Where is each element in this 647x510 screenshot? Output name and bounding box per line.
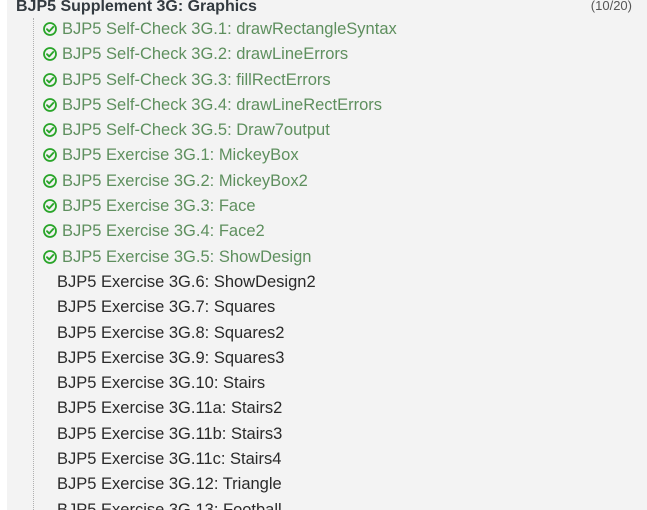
problem-label: BJP5 Exercise 3G.12: Triangle bbox=[57, 475, 282, 494]
problem-item-completed[interactable]: BJP5 Exercise 3G.1: MickeyBox bbox=[43, 143, 397, 168]
problem-label: BJP5 Exercise 3G.9: Squares3 bbox=[57, 348, 285, 367]
problem-label: BJP5 Exercise 3G.6: ShowDesign2 bbox=[57, 272, 316, 291]
problem-item-completed[interactable]: BJP5 Self-Check 3G.5: Draw7output bbox=[43, 118, 397, 143]
problem-item[interactable]: BJP5 Exercise 3G.12: Triangle bbox=[43, 472, 397, 497]
check-circle-icon bbox=[43, 148, 57, 163]
tree-guide-line bbox=[33, 18, 34, 510]
check-circle-icon bbox=[43, 47, 57, 62]
problem-item-completed[interactable]: BJP5 Exercise 3G.2: MickeyBox2 bbox=[43, 169, 397, 194]
problem-item-completed[interactable]: BJP5 Exercise 3G.4: Face2 bbox=[43, 219, 397, 244]
problem-label: BJP5 Self-Check 3G.3: fillRectErrors bbox=[62, 70, 331, 89]
check-circle-icon bbox=[43, 249, 57, 264]
problem-item[interactable]: BJP5 Exercise 3G.7: Squares bbox=[43, 295, 397, 320]
problem-item-completed[interactable]: BJP5 Self-Check 3G.1: drawRectangleSynta… bbox=[43, 17, 397, 42]
problem-label: BJP5 Self-Check 3G.4: drawLineRectErrors bbox=[62, 95, 383, 114]
check-circle-icon bbox=[43, 123, 57, 138]
check-circle-icon bbox=[43, 97, 57, 112]
problem-label: BJP5 Exercise 3G.3: Face bbox=[62, 197, 256, 216]
problem-item[interactable]: BJP5 Exercise 3G.11a: Stairs2 bbox=[43, 396, 397, 421]
problem-item-completed[interactable]: BJP5 Exercise 3G.3: Face bbox=[43, 194, 397, 219]
problem-label: BJP5 Exercise 3G.11a: Stairs2 bbox=[57, 399, 283, 418]
problem-label: BJP5 Exercise 3G.11c: Stairs4 bbox=[57, 450, 282, 469]
problem-label: BJP5 Exercise 3G.4: Face2 bbox=[62, 222, 265, 241]
section-title[interactable]: BJP5 Supplement 3G: Graphics bbox=[16, 0, 257, 16]
problem-item[interactable]: BJP5 Exercise 3G.11b: Stairs3 bbox=[43, 422, 397, 447]
problem-item-completed[interactable]: BJP5 Self-Check 3G.3: fillRectErrors bbox=[43, 68, 397, 93]
problem-item[interactable]: BJP5 Exercise 3G.9: Squares3 bbox=[43, 346, 397, 371]
problem-label: BJP5 Exercise 3G.8: Squares2 bbox=[57, 323, 285, 342]
problem-item[interactable]: BJP5 Exercise 3G.11c: Stairs4 bbox=[43, 447, 397, 472]
problem-label: BJP5 Self-Check 3G.5: Draw7output bbox=[62, 121, 330, 140]
problem-item[interactable]: BJP5 Exercise 3G.8: Squares2 bbox=[43, 321, 397, 346]
section-header: BJP5 Supplement 3G: Graphics (10/20) bbox=[16, 0, 632, 18]
problem-list: BJP5 Self-Check 3G.1: drawRectangleSynta… bbox=[43, 17, 397, 510]
check-circle-icon bbox=[43, 72, 57, 87]
problem-label: BJP5 Exercise 3G.7: Squares bbox=[57, 298, 276, 317]
check-circle-icon bbox=[43, 224, 57, 239]
problem-label: BJP5 Exercise 3G.5: ShowDesign bbox=[62, 247, 312, 266]
check-circle-icon bbox=[43, 199, 57, 213]
problem-item-completed[interactable]: BJP5 Self-Check 3G.2: drawLineErrors bbox=[43, 42, 397, 67]
problem-label: BJP5 Self-Check 3G.1: drawRectangleSynta… bbox=[62, 20, 397, 38]
check-circle-icon bbox=[43, 173, 57, 188]
problem-item-completed[interactable]: BJP5 Exercise 3G.5: ShowDesign bbox=[43, 245, 397, 270]
problem-item[interactable]: BJP5 Exercise 3G.13: Football bbox=[43, 498, 397, 510]
problem-label: BJP5 Self-Check 3G.2: drawLineErrors bbox=[62, 45, 349, 64]
problem-item[interactable]: BJP5 Exercise 3G.10: Stairs bbox=[43, 371, 397, 396]
problem-label: BJP5 Exercise 3G.10: Stairs bbox=[57, 374, 266, 393]
check-circle-icon bbox=[43, 22, 57, 36]
problem-item-completed[interactable]: BJP5 Self-Check 3G.4: drawLineRectErrors bbox=[43, 93, 397, 118]
problem-label: BJP5 Exercise 3G.2: MickeyBox2 bbox=[62, 171, 308, 190]
problem-label: BJP5 Exercise 3G.1: MickeyBox bbox=[62, 146, 299, 165]
problem-item[interactable]: BJP5 Exercise 3G.6: ShowDesign2 bbox=[43, 270, 397, 295]
problem-set-panel: BJP5 Supplement 3G: Graphics (10/20) BJP… bbox=[7, 0, 647, 510]
progress-count: (10/20) bbox=[590, 0, 632, 13]
problem-label: BJP5 Exercise 3G.11b: Stairs3 bbox=[57, 424, 283, 443]
problem-label: BJP5 Exercise 3G.13: Football bbox=[57, 500, 282, 510]
